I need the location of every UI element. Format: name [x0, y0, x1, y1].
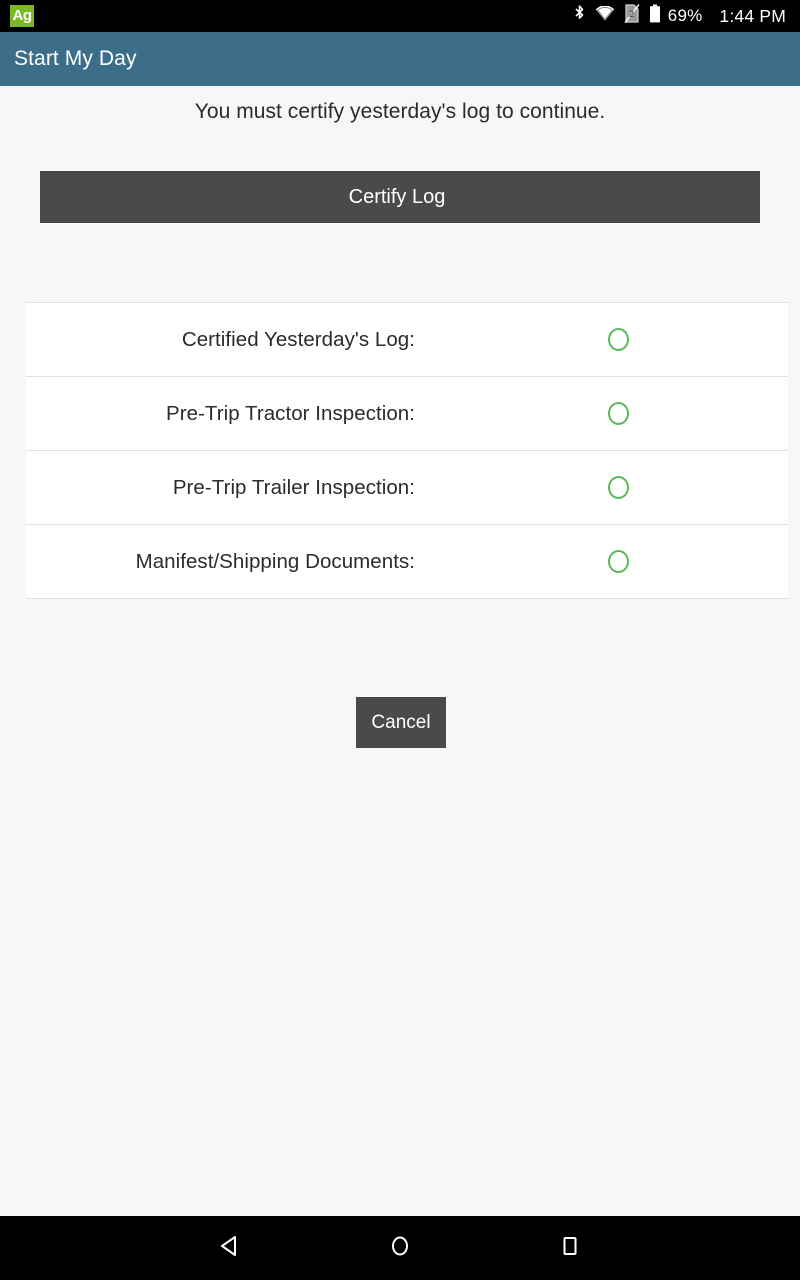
certify-notice-text: You must certify yesterday's log to cont… — [194, 100, 606, 123]
checklist-item-label: Certified Yesterday's Log: — [181, 327, 415, 351]
certify-log-button[interactable]: Certify Log — [40, 171, 760, 223]
cancel-button-label: Cancel — [371, 711, 431, 733]
table-row[interactable]: Certified Yesterday's Log: — [26, 303, 788, 377]
table-row[interactable]: Pre-Trip Trailer Inspection: — [26, 451, 788, 525]
page-title: Start My Day — [14, 47, 137, 70]
empty-circle-icon — [607, 476, 629, 499]
checklist-item-label: Manifest/Shipping Documents: — [135, 549, 415, 573]
checklist-item-label: Pre-Trip Trailer Inspection: — [172, 475, 415, 499]
recents-icon — [556, 1232, 584, 1265]
status-indicator-manifest-documents[interactable] — [596, 540, 640, 584]
status-indicator-tractor-inspection[interactable] — [596, 392, 640, 436]
home-button[interactable] — [315, 1216, 485, 1280]
status-bar-icons: 2 69% 1:44 PM — [573, 4, 786, 28]
svg-text:2: 2 — [629, 9, 634, 19]
app-notification-badge: Ag — [10, 5, 34, 27]
clock-label: 1:44 PM — [719, 5, 786, 26]
android-navigation-bar — [0, 1216, 800, 1280]
android-status-bar: Ag 2 69% 1:44 PM — [0, 0, 800, 32]
status-indicator-trailer-inspection[interactable] — [596, 466, 640, 510]
table-row[interactable]: Pre-Trip Tractor Inspection: — [26, 377, 788, 451]
back-icon — [216, 1232, 244, 1265]
sim-card-missing-icon: 2 — [624, 4, 640, 28]
device-screen: Ag 2 69% 1:44 PM Start My Day You must c… — [0, 0, 800, 1280]
table-row[interactable]: Manifest/Shipping Documents: — [26, 525, 788, 599]
battery-percent-label: 69% — [667, 6, 703, 25]
recents-button[interactable] — [485, 1216, 655, 1280]
empty-circle-icon — [607, 328, 629, 351]
empty-circle-icon — [607, 402, 629, 425]
back-button[interactable] — [145, 1216, 315, 1280]
main-content: You must certify yesterday's log to cont… — [0, 86, 800, 1216]
startup-checklist: Certified Yesterday's Log: Pre-Trip Trac… — [26, 302, 788, 599]
home-icon — [386, 1232, 414, 1265]
checklist-item-label: Pre-Trip Tractor Inspection: — [165, 401, 415, 425]
cancel-button[interactable]: Cancel — [356, 697, 446, 748]
certify-log-button-label: Certify Log — [348, 185, 446, 208]
empty-circle-icon — [607, 550, 629, 573]
status-indicator-certified-log[interactable] — [596, 318, 640, 362]
bluetooth-icon — [573, 4, 586, 28]
wifi-icon — [595, 4, 615, 27]
app-title-bar: Start My Day — [0, 32, 800, 86]
battery-icon — [649, 4, 661, 28]
